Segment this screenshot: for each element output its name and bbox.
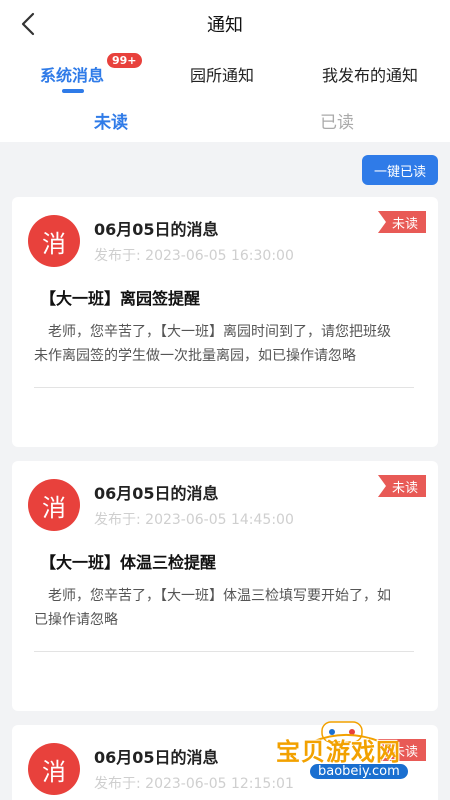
message-title: 06月05日的消息 — [94, 484, 219, 503]
unread-tag: 未读 — [377, 211, 426, 233]
nav-bar: 通知 — [0, 0, 450, 48]
mark-all-read-button[interactable]: 一键已读 — [362, 155, 438, 185]
watermark-text: 宝贝游戏网 — [276, 738, 401, 766]
divider — [34, 387, 414, 388]
message-subject: 【大一班】体温三检提醒 — [40, 553, 217, 572]
watermark-url: baobeiy.com — [310, 764, 408, 779]
message-time: 发布于: 2023-06-05 14:45:00 — [94, 512, 294, 528]
message-card[interactable]: 消 06月05日的消息 发布于: 2023-06-05 14:45:00 未读 … — [12, 461, 438, 711]
message-avatar: 消 — [28, 479, 80, 531]
message-avatar: 消 — [28, 743, 80, 795]
site-watermark: 宝贝游戏网 baobeiy.com — [272, 720, 428, 792]
message-card[interactable]: 消 06月05日的消息 发布于: 2023-06-05 16:30:00 未读 … — [12, 197, 438, 447]
unread-tag: 未读 — [377, 475, 426, 497]
tab-school-notices[interactable]: 园所通知 — [190, 62, 254, 86]
divider — [34, 651, 414, 652]
message-body: 老师，您辛苦了，【大一班】体温三检填写要开始了，如已操作请忽略 — [34, 588, 391, 628]
subtab-unread[interactable]: 未读 — [94, 108, 128, 133]
active-tab-indicator — [62, 89, 84, 93]
page-title: 通知 — [207, 15, 243, 36]
message-avatar: 消 — [28, 215, 80, 267]
message-time: 发布于: 2023-06-05 16:30:00 — [94, 248, 294, 264]
message-title: 06月05日的消息 — [94, 748, 219, 767]
tab-system-messages[interactable]: 系统消息 — [40, 62, 104, 86]
message-title: 06月05日的消息 — [94, 220, 219, 239]
read-filter-tabs: 未读 已读 — [0, 98, 450, 142]
message-subject: 【大一班】离园签提醒 — [40, 289, 201, 308]
subtab-read[interactable]: 已读 — [320, 108, 354, 133]
tab-my-notices[interactable]: 我发布的通知 — [322, 62, 418, 86]
message-time: 发布于: 2023-06-05 12:15:01 — [94, 776, 294, 792]
unread-count-badge: 99+ — [106, 52, 143, 69]
message-body: 老师，您辛苦了，【大一班】离园时间到了，请您把班级未作离园签的学生做一次批量离园… — [34, 324, 391, 364]
